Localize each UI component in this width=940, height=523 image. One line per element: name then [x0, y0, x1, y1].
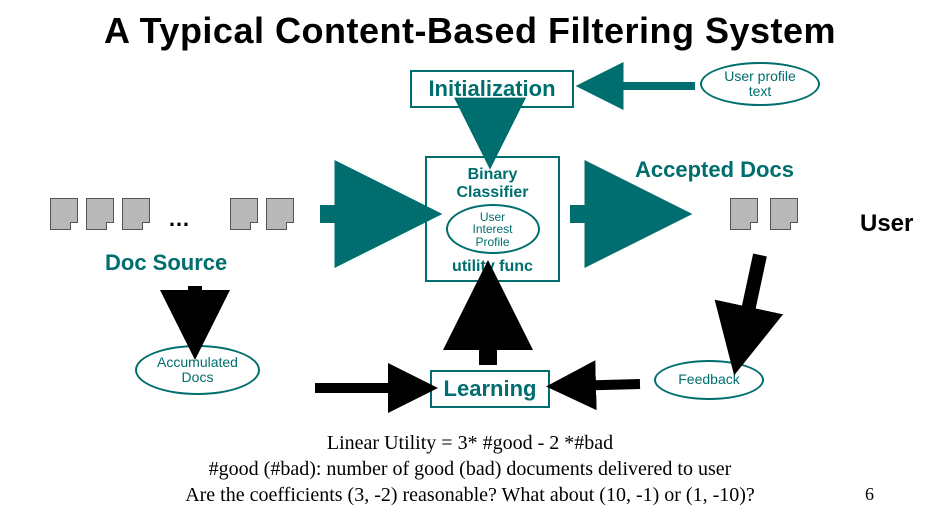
classifier-label-line2: Classifier [456, 184, 528, 202]
utility-func-label: utility func [452, 258, 533, 276]
accepted-docs-label: Accepted Docs [635, 157, 794, 183]
user-profile-line1: User profile [724, 69, 796, 84]
profile-line3: Profile [475, 236, 509, 249]
document-icon [50, 198, 78, 230]
slide-title: A Typical Content-Based Filtering System [0, 10, 940, 52]
document-icon [122, 198, 150, 230]
footer-line-3: Are the coefficients (3, -2) reasonable?… [0, 484, 940, 507]
learning-label: Learning [444, 376, 537, 402]
document-icon [230, 198, 258, 230]
document-icon [730, 198, 758, 230]
accumulated-docs-ellipse: Accumulated Docs [135, 345, 260, 395]
user-profile-line2: text [749, 84, 772, 99]
accumulated-line2: Docs [182, 370, 214, 385]
document-icon [266, 198, 294, 230]
accumulated-line1: Accumulated [157, 355, 238, 370]
classifier-label-line1: Binary [468, 166, 518, 184]
doc-source-label: Doc Source [105, 250, 227, 276]
user-label: User [860, 210, 913, 238]
profile-line2: Interest [472, 223, 512, 236]
learning-box: Learning [430, 370, 550, 408]
binary-classifier-box: Binary Classifier User Interest Profile … [425, 156, 560, 282]
slide-number: 6 [865, 484, 874, 505]
footer-line-2: #good (#bad): number of good (bad) docum… [0, 458, 940, 481]
document-icon [86, 198, 114, 230]
initialization-label: Initialization [428, 76, 555, 102]
footer-line-1: Linear Utility = 3* #good - 2 *#bad [0, 432, 940, 455]
ellipsis-dots: … [168, 206, 190, 232]
feedback-label: Feedback [678, 372, 739, 387]
feedback-ellipse: Feedback [654, 360, 764, 400]
initialization-box: Initialization [410, 70, 574, 108]
document-icon [770, 198, 798, 230]
user-interest-profile-ellipse: User Interest Profile [446, 204, 540, 254]
user-profile-text-ellipse: User profile text [700, 62, 820, 106]
